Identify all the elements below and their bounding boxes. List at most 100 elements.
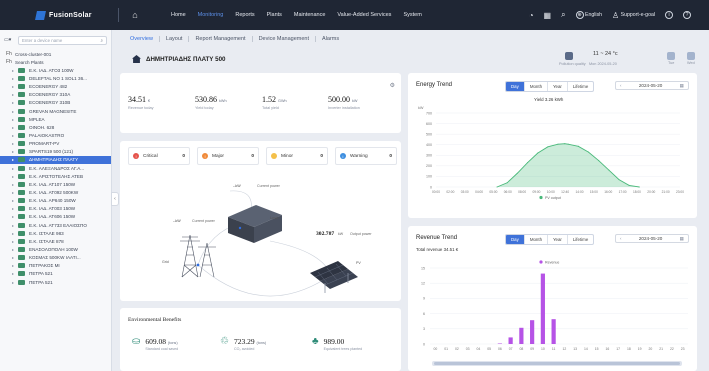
tree-plant-item[interactable]: ▸ ECOENERGY 310A (0, 91, 111, 99)
revenue-date-picker[interactable]: ‹ 2024-05-20 ▦ (615, 234, 689, 243)
tree-plant-item[interactable]: ▸ GREVAN MAGNESITE (0, 107, 111, 115)
pv-output-point (516, 172, 518, 174)
total-revenue-text: Total revenue 34.51 € (416, 247, 459, 252)
tree-plant-item[interactable]: ▸ ΠΕΤΡΑΚΟΣ ΜΙ (0, 262, 111, 270)
tree-plant-item[interactable]: ▸ Ε.Κ. ΙΑΔ. ΑΤΟ3 100W (0, 66, 111, 74)
header-tools: ◔ ▦ ⌕ ⊕ English ♙ Support-e-goal i ? (519, 10, 691, 20)
period-year[interactable]: Year (548, 82, 568, 91)
tree-plant-item[interactable]: ▸ DELEFTAL NO 1 SOL1 36... (0, 74, 111, 82)
nav-item-maintenance[interactable]: Maintenance (294, 12, 326, 18)
pv-output-area (497, 143, 640, 187)
calendar-icon[interactable]: ▦ (680, 236, 684, 242)
flow-line-inverter-pv (269, 240, 331, 274)
tab-layout[interactable]: Layout (160, 36, 190, 42)
tree-plant-item[interactable]: ▸ Ε.Κ. ΙΣΤΑΛΕ 878 (0, 237, 111, 245)
alarm-major[interactable]: ! Major 0 (197, 147, 259, 165)
environment-value: 989.00 (323, 337, 345, 346)
alarm-label: Minor (281, 153, 293, 159)
calendar-icon[interactable]: ▦ (680, 83, 684, 89)
y-tick-label: 3 (423, 327, 425, 331)
tree-plant-item[interactable]: ▸ Ε.Κ. ΙΑΔ. ΑΡ640 150W (0, 197, 111, 205)
tree-plant-item[interactable]: ▸ PROMART-PV (0, 140, 111, 148)
scrollbar-thumb[interactable] (434, 362, 680, 365)
alarm-label: Warning (350, 153, 368, 159)
settings-icon[interactable]: ⚙ (390, 82, 395, 89)
previous-day-icon[interactable]: ‹ (620, 83, 622, 88)
x-tick-label: 05 (487, 347, 491, 351)
filter-dropdown[interactable]: ▭▾ (4, 37, 18, 43)
period-day[interactable]: Day (506, 235, 525, 244)
tree-plant-item[interactable]: ▸ MPLEA (0, 115, 111, 123)
alarm-severity-icon: ! (133, 153, 139, 159)
period-month[interactable]: Month (525, 82, 549, 91)
period-lifetime[interactable]: Lifetime (568, 235, 593, 244)
brand-logo[interactable]: FusionSolar (35, 10, 112, 20)
tree-plant-item[interactable]: ▸ PALAIOKASTRO (0, 131, 111, 139)
help-icon[interactable]: ? (683, 11, 691, 19)
tree-plant-item[interactable]: ▸ Ε.Κ. ΙΑΔ. ΑΤ107 150W (0, 180, 111, 188)
grid-tower-icon (180, 234, 216, 278)
nav-item-home[interactable]: Home (171, 12, 186, 18)
period-year[interactable]: Year (548, 235, 568, 244)
alarm-label: Major (212, 153, 224, 159)
period-month[interactable]: Month (525, 235, 549, 244)
energy-trend-title: Energy Trend (416, 82, 453, 88)
calendar-icon[interactable]: ▦ (544, 11, 552, 20)
tree-plant-item[interactable]: ▸ Ε.Κ. ΑΡΙΣΤΟΤΕΛΗΣ ΑΤΕΒ (0, 172, 111, 180)
tree-plant-item[interactable]: ▸ ΚΟΣΜΑΣ 500KW ΙΑΑΤΙ... (0, 254, 111, 262)
nav-item-reports[interactable]: Reports (235, 12, 254, 18)
x-tick-label: 09 (530, 347, 534, 351)
tree-plant-item[interactable]: ▸ Ε.Κ. ΙΑΔ. ΑΤ606 150W (0, 213, 111, 221)
tree-plant-item[interactable]: ▸ ECOENERGY 482 (0, 83, 111, 91)
energy-date-picker[interactable]: ‹ 2024-05-20 ▦ (615, 81, 689, 90)
tab-overview[interactable]: Overview (130, 36, 160, 42)
tree-plant-item[interactable]: ▸ ΕΝΑΣΟΛΟΠΟΛΗ 100W (0, 245, 111, 253)
folder-icon: Fh (6, 51, 12, 58)
tree-plant-item[interactable]: ▸ Ε.Κ. ΙΑΔ. ΑΤ003 150W (0, 205, 111, 213)
alarm-critical[interactable]: ! Critical 0 (128, 147, 190, 165)
info-icon[interactable]: i (665, 11, 673, 19)
environment-value: 723.29 (233, 337, 255, 346)
pv-output-point (577, 145, 579, 147)
chat-icon[interactable]: ◔ (529, 11, 534, 20)
alarm-severity-icon (271, 153, 277, 159)
search-icon[interactable]: ⌕ (561, 10, 565, 20)
x-tick-label: 23 (681, 347, 685, 351)
tree-group[interactable]: Fh Cross-cluster-001 (0, 50, 111, 58)
tree-group[interactable]: Fh Search Plants (0, 58, 111, 66)
period-lifetime[interactable]: Lifetime (568, 82, 593, 91)
nav-item-plants[interactable]: Plants (267, 12, 282, 18)
nav-item-value-added-services[interactable]: Value-Added Services (337, 12, 391, 18)
tree-plant-item[interactable]: ▸ Ε.Κ. ΙΑΔ. ΑΤ092 500KW (0, 188, 111, 196)
pv-output-point (588, 151, 589, 153)
collapse-sidebar-button[interactable]: ‹ (111, 192, 119, 206)
tree-plant-item[interactable]: ▸ Ε.Κ. ΙΣΤΑΛΕ 983 (0, 229, 111, 237)
nav-item-system[interactable]: System (403, 12, 421, 18)
user-menu[interactable]: ♙ Support-e-goal (612, 11, 655, 20)
tree-plant-item[interactable]: ▸ ΠΕΤΡΑ 521 (0, 270, 111, 278)
language-selector[interactable]: ⊕ English (575, 11, 602, 19)
tab-report-management[interactable]: Report Management (189, 36, 253, 42)
top-power-value: --kW (233, 184, 241, 188)
tree-plant-item[interactable]: ▸ ΠΕΤΡΑ 521 (0, 278, 111, 286)
kpi-item: 34.51 € Revenue today (128, 95, 154, 110)
alarm-warning[interactable]: i Warning 0 (335, 147, 397, 165)
tree-plant-item[interactable]: ▸ SPARTS19 500 (121) (0, 148, 111, 156)
tree-plant-item[interactable]: ▸ Ε.Κ. ΑΛΕΞΑΝΔΡΟΣ ΑΓ.Α... (0, 164, 111, 172)
x-tick-label: 04 (476, 347, 480, 351)
tree-plant-item[interactable]: ▸ Ε.Κ. ΙΑΔ. ΑΤ733 ΕΛΑΙΟΣΠΟ (0, 221, 111, 229)
tab-alarms[interactable]: Alarms (316, 36, 345, 42)
tree-plant-item[interactable]: ▸ OINOH. 628 (0, 123, 111, 131)
tree-plant-item[interactable]: ▸ ECOENERGY 310B (0, 99, 111, 107)
device-search-input[interactable]: Enter a device name ⌕ (18, 35, 107, 45)
tree-item-label: Cross-cluster-001 (15, 51, 52, 57)
revenue-zoom-scrollbar[interactable] (432, 361, 682, 366)
home-icon[interactable]: ⌂ (125, 10, 145, 20)
nav-item-monitoring[interactable]: Monitoring (198, 12, 224, 18)
period-day[interactable]: Day (506, 82, 525, 91)
plant-icon (18, 67, 25, 73)
tree-plant-item[interactable]: ▸ ΔΗΜΗΤΡΙΑΔΗΣ ΠΛΑΤΥ (0, 155, 111, 164)
alarm-minor[interactable]: Minor 0 (266, 147, 328, 165)
previous-day-icon[interactable]: ‹ (620, 236, 622, 241)
tab-device-management[interactable]: Device Management (253, 36, 317, 42)
